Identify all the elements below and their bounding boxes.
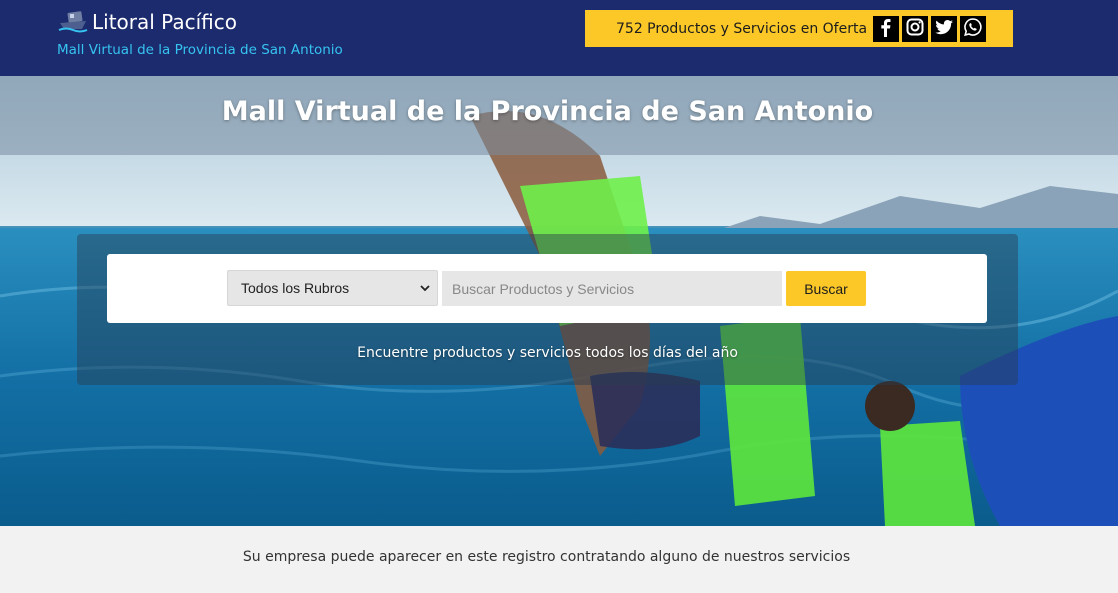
brand-subtitle: Mall Virtual de la Provincia de San Anto…: [57, 42, 343, 58]
brand-title: Litoral Pacífico: [92, 10, 237, 34]
offers-banner: 752 Productos y Servicios en Oferta: [585, 10, 1013, 47]
chevron-down-icon: [419, 282, 431, 294]
twitter-link[interactable]: [931, 15, 958, 42]
promo-text: Su empresa puede aparecer en este regist…: [242, 549, 851, 565]
twitter-icon: [934, 17, 954, 41]
instagram-icon: [905, 17, 925, 41]
instagram-link[interactable]: [902, 15, 929, 42]
social-links: [873, 15, 989, 42]
facebook-icon: [876, 17, 896, 41]
boat-logo-icon: [58, 9, 88, 35]
facebook-link[interactable]: [873, 15, 900, 42]
category-select-value: Todos los Rubros: [241, 280, 350, 296]
search-form: Todos los Rubros Buscar: [107, 254, 987, 323]
category-select[interactable]: Todos los Rubros: [227, 270, 438, 306]
offers-count-link[interactable]: 752 Productos y Servicios en Oferta: [616, 21, 867, 37]
whatsapp-link[interactable]: [960, 15, 987, 42]
site-header: Litoral Pacífico Mall Virtual de la Prov…: [0, 0, 1118, 76]
whatsapp-icon: [963, 17, 983, 41]
search-caption: Encuentre productos y servicios todos lo…: [357, 345, 738, 361]
info-strip: Su empresa puede aparecer en este regist…: [0, 526, 1118, 593]
search-panel: Todos los Rubros Buscar Encuentre produc…: [77, 234, 1018, 385]
hero-section: Mall Virtual de la Provincia de San Anto…: [0, 76, 1118, 526]
brand[interactable]: Litoral Pacífico: [58, 9, 237, 35]
hero-title: Mall Virtual de la Provincia de San Anto…: [221, 96, 874, 127]
search-button[interactable]: Buscar: [786, 271, 866, 306]
search-input[interactable]: [442, 271, 782, 306]
